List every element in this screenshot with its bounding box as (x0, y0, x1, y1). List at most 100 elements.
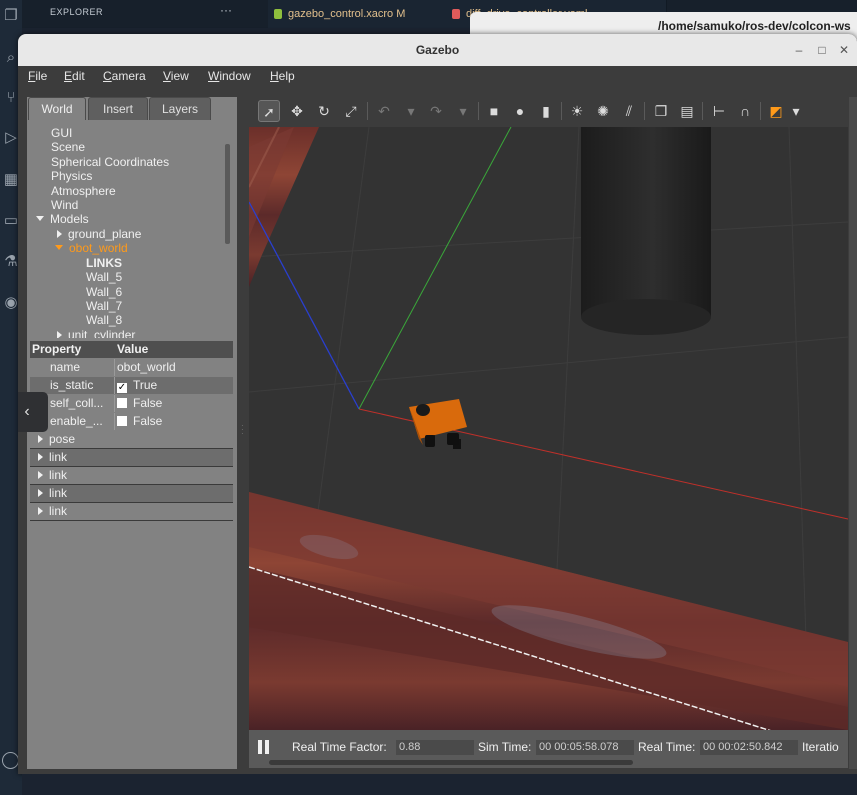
window-title[interactable]: Gazebo (18, 34, 857, 66)
tree-item-links[interactable]: LINKS (86, 256, 122, 270)
account-icon[interactable] (2, 752, 19, 769)
tree-item-atmosphere[interactable]: Atmosphere (51, 184, 116, 198)
menu-edit[interactable]: Edit (64, 69, 85, 83)
point-light-icon[interactable]: ☀ (566, 100, 588, 122)
tree-item-spherical[interactable]: Spherical Coordinates (51, 155, 169, 169)
property-row[interactable]: name obot_world (30, 359, 233, 376)
tree-scrollbar[interactable] (225, 144, 230, 244)
sim-time-value: 00 00:05:58.078 (536, 740, 634, 755)
property-column-header: Property (32, 342, 82, 356)
checkbox-checked[interactable]: ✓ (117, 383, 127, 393)
testing-icon[interactable]: ⚗ (3, 254, 19, 270)
real-time-value: 00 00:02:50.842 (700, 740, 798, 755)
undo-dropdown-icon[interactable]: ▾ (400, 100, 422, 122)
expand-icon[interactable] (38, 471, 43, 479)
menu-camera[interactable]: Camera (103, 69, 146, 83)
redo-icon[interactable]: ↷ (425, 100, 447, 122)
undo-icon[interactable]: ↶ (373, 100, 395, 122)
pause-icon[interactable] (258, 740, 270, 754)
select-mode-icon[interactable]: ➚ (258, 100, 280, 122)
property-group-link[interactable]: link (30, 503, 233, 521)
unit-cylinder[interactable] (581, 127, 711, 335)
spot-light-icon[interactable]: ✺ (592, 100, 614, 122)
splitter-handle[interactable]: · · · (241, 422, 244, 438)
cylinder-shape-icon[interactable]: ▮ (535, 100, 557, 122)
property-key: is_static (50, 378, 94, 392)
tree-item-ground-plane[interactable]: ground_plane (57, 227, 141, 241)
directional-light-icon[interactable]: ⫽ (618, 100, 640, 122)
redo-dropdown-icon[interactable]: ▾ (452, 100, 474, 122)
remote-explorer-icon[interactable]: ▭ (3, 213, 19, 229)
expand-icon[interactable] (38, 489, 43, 497)
property-row[interactable]: self_coll... False (30, 395, 233, 412)
menu-file[interactable]: File (28, 69, 47, 83)
tree-item-physics[interactable]: Physics (51, 169, 92, 183)
scale-mode-icon[interactable]: ⤢ (340, 100, 362, 122)
extensions-icon[interactable]: ▦ (3, 172, 19, 188)
editor-tab-label: gazebo_control.xacro M (288, 8, 406, 20)
property-key: enable_... (50, 414, 103, 428)
maximize-icon[interactable]: □ (814, 42, 830, 58)
minimize-icon[interactable]: – (791, 42, 807, 58)
run-debug-icon[interactable]: ▷ (3, 130, 19, 146)
tree-item-robot-world[interactable]: obot_world (55, 241, 128, 255)
ros-icon[interactable]: ◉ (3, 295, 19, 311)
rotate-mode-icon[interactable]: ↻ (313, 100, 335, 122)
change-view-icon[interactable]: ◩ (765, 100, 787, 122)
tab-layers[interactable]: Layers (149, 97, 211, 120)
menu-bar: File Edit Camera View Window Help (18, 66, 857, 88)
source-control-icon[interactable]: ⑂ (3, 90, 19, 106)
tree-item-gui[interactable]: GUI (51, 126, 72, 140)
box-shape-icon[interactable]: ■ (483, 100, 505, 122)
tree-item-wall-6[interactable]: Wall_6 (86, 285, 122, 299)
tree-label: Models (50, 212, 89, 226)
gazebo-window: Gazebo – □ ✕ File Edit Camera View Windo… (18, 34, 857, 774)
tree-item-wind[interactable]: Wind (51, 198, 78, 212)
expand-icon[interactable] (55, 245, 63, 250)
tab-insert[interactable]: Insert (88, 97, 148, 120)
tree-item-wall-7[interactable]: Wall_7 (86, 299, 122, 313)
menu-help[interactable]: Help (270, 69, 295, 83)
paste-icon[interactable]: ▤ (676, 100, 698, 122)
editor-tab[interactable]: gazebo_control.xacro M (268, 0, 467, 28)
property-group-link[interactable]: link (30, 449, 233, 467)
status-scrollbar[interactable] (269, 760, 633, 765)
collapse-icon[interactable] (57, 230, 62, 238)
search-icon[interactable]: ⌕ (3, 50, 19, 66)
menu-view[interactable]: View (163, 69, 189, 83)
expand-icon[interactable] (38, 435, 43, 443)
property-group-pose[interactable]: pose (30, 431, 233, 449)
property-group-link[interactable]: link (30, 467, 233, 485)
view-dropdown-icon[interactable]: ▾ (785, 100, 807, 122)
copy-icon[interactable]: ❐ (650, 100, 672, 122)
menu-window[interactable]: Window (208, 69, 251, 83)
tree-item-scene[interactable]: Scene (51, 140, 85, 154)
translate-mode-icon[interactable]: ✥ (286, 100, 308, 122)
property-value[interactable]: obot_world (117, 360, 231, 374)
align-icon[interactable]: ⊢ (708, 100, 730, 122)
scene-render (249, 127, 848, 730)
property-group-link[interactable]: link (30, 485, 233, 503)
files-icon[interactable]: ❐ (3, 8, 19, 24)
snap-icon[interactable]: ∩ (734, 100, 756, 122)
tree-item-unit-cylinder[interactable]: unit_cylinder (57, 328, 135, 338)
expand-icon[interactable] (36, 216, 44, 221)
expand-icon[interactable] (38, 453, 43, 461)
tree-item-models[interactable]: Models (36, 212, 89, 226)
tree-item-wall-8[interactable]: Wall_8 (86, 313, 122, 327)
properties-header: Property Value (30, 341, 233, 358)
explorer-more-icon[interactable]: ··· (220, 3, 232, 17)
collapse-panel-button[interactable]: ‹ (18, 392, 48, 432)
checkbox-unchecked[interactable] (117, 416, 127, 426)
expand-icon[interactable] (38, 507, 43, 515)
tree-item-wall-5[interactable]: Wall_5 (86, 270, 122, 284)
right-panel-handle[interactable] (849, 97, 857, 769)
close-icon[interactable]: ✕ (836, 42, 852, 58)
property-row[interactable]: enable_... False (30, 413, 233, 430)
tab-world[interactable]: World (28, 97, 86, 120)
checkbox-unchecked[interactable] (117, 398, 127, 408)
sphere-shape-icon[interactable]: ● (509, 100, 531, 122)
property-row[interactable]: is_static ✓ True (30, 377, 233, 394)
3d-viewport[interactable] (249, 127, 848, 730)
collapse-icon[interactable] (57, 331, 62, 338)
